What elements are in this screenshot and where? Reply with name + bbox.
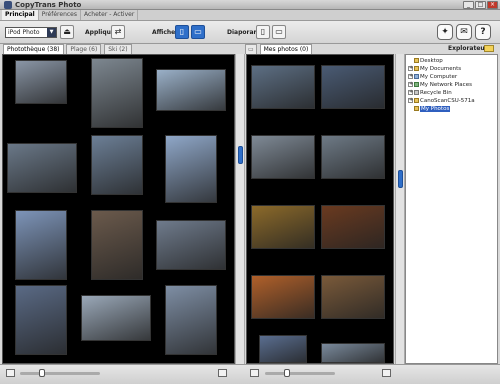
- tab-buy-activate[interactable]: Acheter - Activer: [81, 10, 139, 20]
- slider-knob[interactable]: [39, 369, 45, 377]
- photo-thumbnail[interactable]: [251, 275, 315, 319]
- tree-item-desktop[interactable]: Desktop: [408, 57, 495, 65]
- tab-photo-library[interactable]: Photothèque (38): [3, 44, 64, 54]
- photo-thumbnail[interactable]: [321, 343, 385, 363]
- tab-ski[interactable]: Ski (2): [104, 44, 132, 54]
- device-select-value: iPod Photo: [8, 29, 40, 36]
- explorer-splitter[interactable]: [395, 54, 405, 364]
- top-nav: Principal Préférences Acheter - Activer: [0, 10, 500, 21]
- photo-thumbnail[interactable]: [81, 295, 151, 341]
- photo-thumbnail[interactable]: [251, 65, 315, 109]
- photo-thumbnail[interactable]: [321, 275, 385, 319]
- help-icon[interactable]: ?: [475, 24, 491, 40]
- photo-thumbnail[interactable]: [321, 135, 385, 179]
- tab-beach[interactable]: Plage (6): [66, 44, 102, 54]
- view-computer-button[interactable]: ▭: [191, 25, 205, 39]
- photo-thumbnail[interactable]: [156, 69, 226, 111]
- minimize-button[interactable]: _: [463, 1, 474, 9]
- tab-principal[interactable]: Principal: [2, 10, 39, 20]
- title-bar: CopyTrans Photo _ □ ×: [0, 0, 500, 10]
- tab-preferences[interactable]: Préférences: [39, 10, 81, 20]
- tips-lightbulb-icon[interactable]: ✦: [437, 24, 453, 40]
- eject-button[interactable]: ⏏: [60, 25, 74, 39]
- tree-item-my-documents[interactable]: + My Documents: [408, 65, 495, 73]
- tree-item-my-photos[interactable]: My Photos: [408, 105, 495, 113]
- photo-thumbnail[interactable]: [321, 205, 385, 249]
- left-photo-grid[interactable]: [2, 54, 235, 364]
- folder-icon[interactable]: ▭: [245, 44, 257, 54]
- photo-thumbnail[interactable]: [91, 135, 143, 195]
- close-button[interactable]: ×: [487, 1, 498, 9]
- left-panel-tabs: Photothèque (38) Plage (6) Ski (2): [3, 44, 133, 54]
- photo-thumbnail[interactable]: [259, 335, 307, 363]
- slider-knob[interactable]: [284, 369, 290, 377]
- folder-icon: [414, 98, 419, 103]
- left-zoom-slider[interactable]: [20, 369, 100, 377]
- tree-item-my-network-places[interactable]: + My Network Places: [408, 81, 495, 89]
- right-photo-grid[interactable]: [246, 54, 394, 364]
- computer-icon: [414, 74, 419, 79]
- large-thumbnail-icon[interactable]: [382, 369, 391, 377]
- window-title: CopyTrans Photo: [15, 1, 82, 9]
- small-thumbnail-icon[interactable]: [250, 369, 259, 377]
- photo-thumbnail[interactable]: [7, 143, 77, 193]
- photo-thumbnail[interactable]: [91, 58, 143, 128]
- status-bar: [0, 364, 500, 384]
- tree-item-scanner[interactable]: + CanoScanCSU-571a: [408, 97, 495, 105]
- folder-tree: Desktop + My Documents + My Computer + M…: [405, 54, 498, 364]
- photo-thumbnail[interactable]: [251, 135, 315, 179]
- photo-thumbnail[interactable]: [165, 135, 217, 203]
- photo-thumbnail[interactable]: [156, 220, 226, 270]
- toolbar: iPod Photo ▼ ⏏ Appliquer ⇄ Afficher ▯ ▭ …: [0, 21, 500, 44]
- recycle-bin-icon: [414, 90, 419, 95]
- apply-button[interactable]: ⇄: [111, 25, 125, 39]
- app-logo-icon: [4, 1, 12, 9]
- pane-splitter[interactable]: [235, 54, 245, 364]
- right-panel-tabs: ▭ Mes photos (0): [245, 44, 313, 54]
- tree-item-my-computer[interactable]: + My Computer: [408, 73, 495, 81]
- expand-icon[interactable]: +: [408, 90, 413, 95]
- photo-thumbnail[interactable]: [251, 205, 315, 249]
- photo-thumbnail[interactable]: [91, 210, 143, 280]
- tab-my-photos[interactable]: Mes photos (0): [259, 44, 313, 54]
- photo-thumbnail[interactable]: [15, 210, 67, 280]
- device-select[interactable]: iPod Photo ▼: [5, 27, 57, 38]
- folder-icon[interactable]: [484, 45, 494, 52]
- network-icon: [414, 82, 419, 87]
- slideshow-computer-button[interactable]: ▭: [272, 25, 286, 39]
- slideshow-ipod-button[interactable]: ▯: [256, 25, 270, 39]
- expand-icon[interactable]: +: [408, 74, 413, 79]
- large-thumbnail-icon[interactable]: [218, 369, 227, 377]
- desktop-icon: [414, 58, 419, 63]
- window-controls: _ □ ×: [463, 1, 498, 9]
- photo-thumbnail[interactable]: [15, 285, 67, 355]
- splitter-handle[interactable]: [398, 170, 403, 188]
- maximize-button[interactable]: □: [475, 1, 486, 9]
- small-thumbnail-icon[interactable]: [6, 369, 15, 377]
- photo-thumbnail[interactable]: [321, 65, 385, 109]
- photo-thumbnail[interactable]: [165, 285, 217, 355]
- tree-item-recycle-bin[interactable]: + Recycle Bin: [408, 89, 495, 97]
- expand-icon[interactable]: +: [408, 66, 413, 71]
- expand-icon[interactable]: +: [408, 98, 413, 103]
- mail-icon[interactable]: ✉: [456, 24, 472, 40]
- expand-icon[interactable]: +: [408, 82, 413, 87]
- explorer-title: Explorateur: [448, 45, 488, 52]
- folder-icon: [414, 66, 419, 71]
- splitter-handle[interactable]: [238, 146, 243, 164]
- folder-icon: [414, 106, 419, 111]
- right-zoom-slider[interactable]: [265, 369, 335, 377]
- view-ipod-button[interactable]: ▯: [175, 25, 189, 39]
- chevron-down-icon: ▼: [47, 28, 56, 37]
- photo-thumbnail[interactable]: [15, 60, 67, 104]
